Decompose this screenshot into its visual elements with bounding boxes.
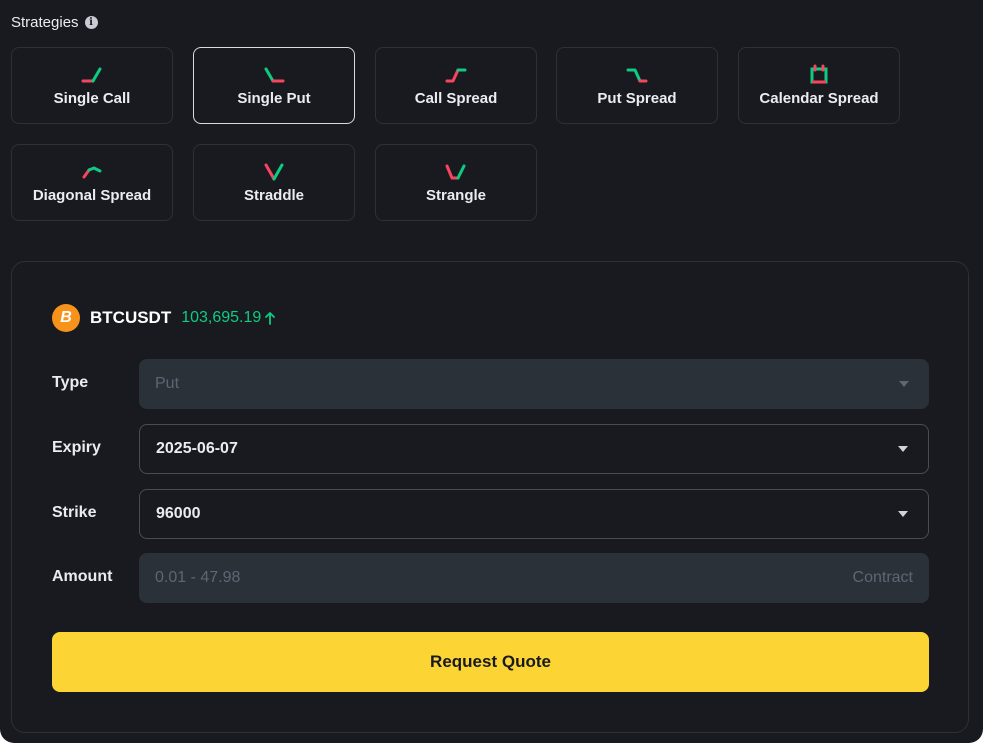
chevron-down-icon	[898, 511, 908, 517]
call-spread-icon	[445, 68, 467, 83]
chevron-down-icon	[898, 446, 908, 452]
amount-label: Amount	[52, 568, 113, 585]
put-spread-icon	[626, 68, 648, 83]
type-select: Put	[139, 359, 929, 409]
quote-form: B BTCUSDT 103,695.19 Type Put Expiry 202…	[11, 261, 969, 733]
ticker-price: 103,695.19	[181, 309, 276, 327]
request-quote-button[interactable]: Request Quote	[52, 632, 929, 692]
strategy-strangle[interactable]: Strangle	[375, 144, 537, 221]
single-put-icon	[264, 67, 285, 83]
type-value: Put	[155, 375, 180, 392]
strategy-label: Diagonal Spread	[32, 187, 152, 204]
strategy-single-put[interactable]: Single Put	[193, 47, 355, 124]
strategies-header: Strategies i	[11, 12, 98, 32]
strategy-single-call[interactable]: Single Call	[11, 47, 173, 124]
strategy-label: Put Spread	[597, 90, 677, 107]
strategy-put-spread[interactable]: Put Spread	[556, 47, 718, 124]
strategy-straddle[interactable]: Straddle	[193, 144, 355, 221]
ticker-price-value: 103,695.19	[181, 309, 262, 326]
btc-logo-icon: B	[52, 304, 80, 332]
strategy-label: Call Spread	[414, 90, 498, 107]
amount-input[interactable]: 0.01 - 47.98 Contract	[139, 553, 929, 603]
strategy-label: Single Call	[53, 90, 131, 107]
amount-unit: Contract	[852, 569, 913, 586]
strategy-call-spread[interactable]: Call Spread	[375, 47, 537, 124]
strategy-label: Single Put	[237, 90, 311, 107]
strategies-title: Strategies	[11, 13, 79, 31]
type-label: Type	[52, 374, 89, 391]
info-icon[interactable]: i	[84, 15, 98, 29]
strike-select[interactable]: 96000	[139, 489, 929, 539]
single-call-icon	[81, 67, 102, 83]
strangle-icon	[445, 164, 466, 180]
strategy-panel: Strategies i Single Call Single Put Call…	[0, 0, 983, 743]
ticker-header: B BTCUSDT 103,695.19	[52, 304, 276, 332]
diagonal-spread-icon	[82, 166, 102, 179]
arrow-up-icon	[265, 312, 276, 325]
strategy-label: Calendar Spread	[759, 90, 879, 107]
strategy-label: Strangle	[425, 187, 486, 204]
straddle-icon	[264, 163, 284, 181]
ticker-symbol: BTCUSDT	[90, 308, 172, 327]
strike-value: 96000	[156, 505, 201, 522]
calendar-spread-icon	[810, 64, 828, 84]
amount-placeholder: 0.01 - 47.98	[155, 569, 241, 586]
strike-label: Strike	[52, 504, 97, 521]
strategy-diagonal-spread[interactable]: Diagonal Spread	[11, 144, 173, 221]
expiry-select[interactable]: 2025-06-07	[139, 424, 929, 474]
chevron-down-icon	[899, 381, 909, 387]
strategy-label: Straddle	[243, 187, 304, 204]
strategy-calendar-spread[interactable]: Calendar Spread	[738, 47, 900, 124]
expiry-value: 2025-06-07	[156, 440, 238, 457]
expiry-label: Expiry	[52, 439, 101, 456]
